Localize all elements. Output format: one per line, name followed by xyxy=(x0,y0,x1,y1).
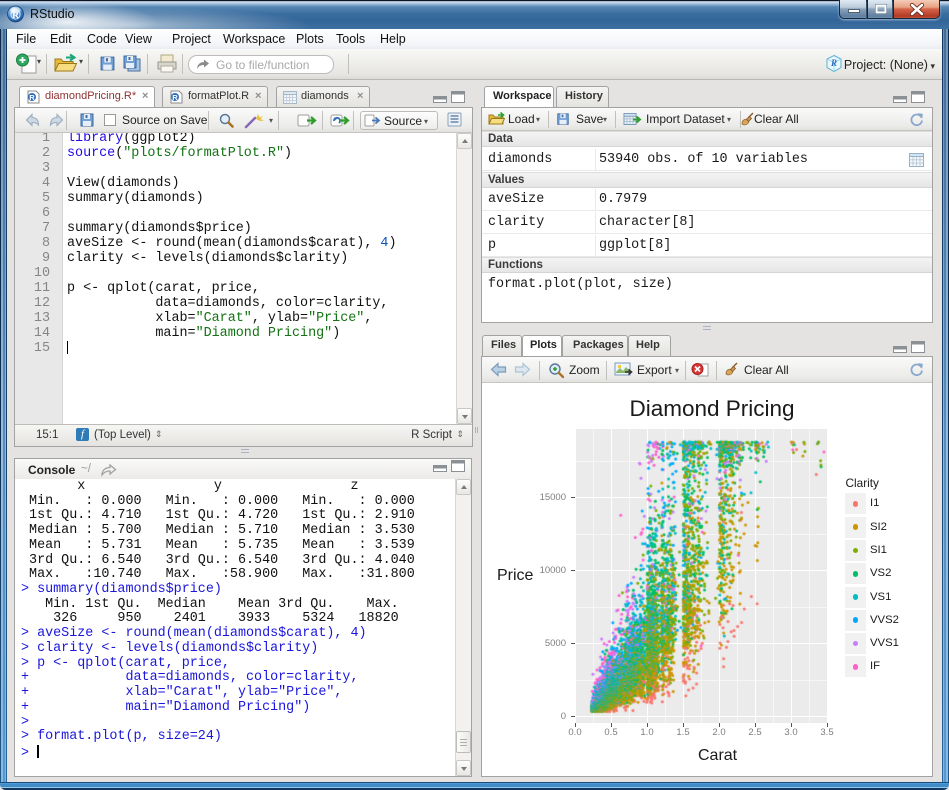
svg-text:R: R xyxy=(29,93,35,102)
svg-text:R: R xyxy=(12,11,19,21)
svg-text:R: R xyxy=(830,58,837,68)
svg-text:R: R xyxy=(172,93,178,102)
